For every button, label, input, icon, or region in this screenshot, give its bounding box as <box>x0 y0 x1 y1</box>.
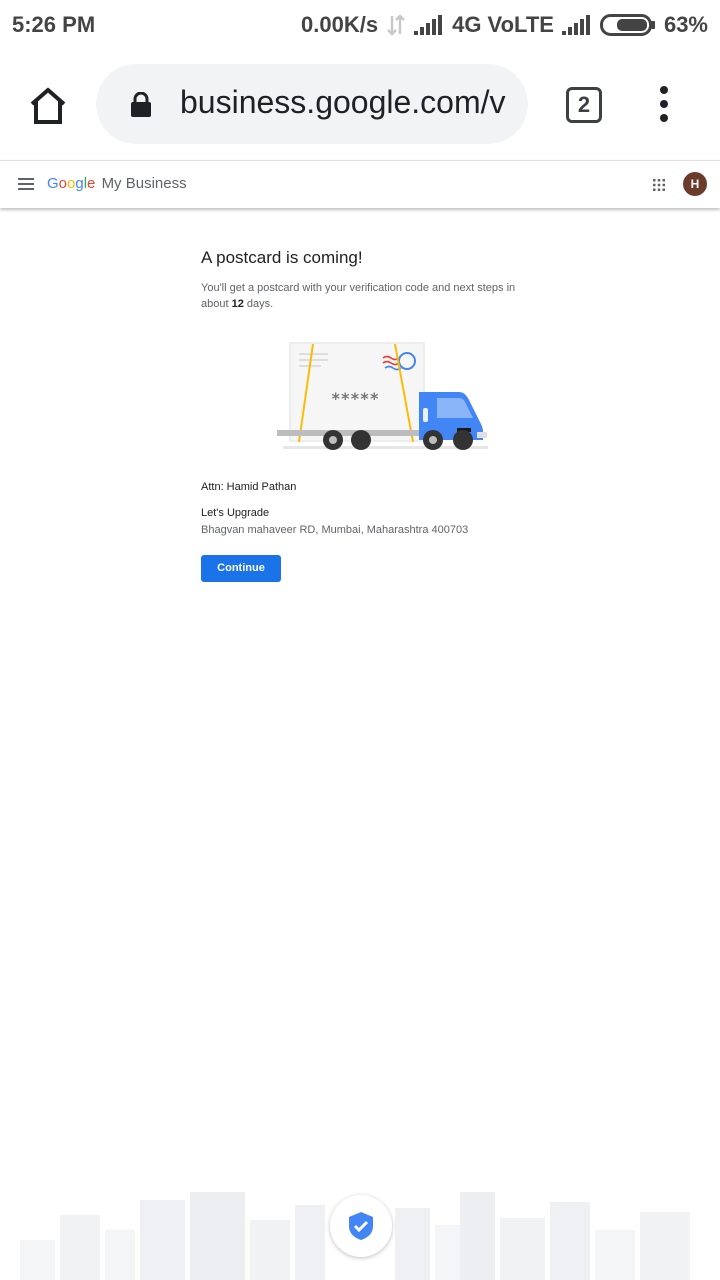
trailer-bar <box>277 430 423 436</box>
google-wordmark: Google <box>47 175 95 192</box>
days-count: 12 <box>231 298 244 310</box>
wheel <box>453 430 473 450</box>
tab-switcher-button[interactable]: 2 <box>566 87 602 123</box>
net-speed: 0.00K/s <box>301 12 379 37</box>
home-button[interactable] <box>24 82 72 130</box>
account-avatar[interactable]: H <box>683 172 707 196</box>
verified-shield-icon <box>349 1212 373 1240</box>
postcard-code: ***** <box>331 389 379 408</box>
wheel <box>351 430 371 450</box>
business-address: Bhagvan mahaveer RD, Mumbai, Maharashtra… <box>201 524 469 536</box>
brand-logo[interactable]: Google My Business <box>47 175 187 192</box>
continue-button[interactable]: Continue <box>201 555 281 582</box>
apps-grid-icon[interactable] <box>653 178 665 191</box>
signal-icon <box>414 15 443 35</box>
home-icon <box>30 87 66 124</box>
status-time: 5:26 PM <box>12 12 96 37</box>
brand-letter-o1: o <box>58 175 68 192</box>
menu-icon[interactable] <box>18 178 34 190</box>
security-shield-badge <box>330 1195 392 1257</box>
signal-icon-2 <box>561 15 590 35</box>
brand-letter-g: G <box>47 175 59 192</box>
business-name: Let's Upgrade <box>201 507 270 519</box>
postcard-truck-illustration: ***** <box>277 342 488 450</box>
lock-icon <box>131 92 151 117</box>
browser-toolbar: business.google.com/v 2 <box>0 50 720 160</box>
url-text[interactable]: business.google.com/v <box>180 84 508 121</box>
status-right: 0.00K/s 4G VoLTE 63% <box>301 12 708 38</box>
attn-line: Attn: Hamid Pathan <box>201 481 297 493</box>
desc-suffix: days. <box>246 298 274 310</box>
product-name: My Business <box>101 175 187 192</box>
description-text: You'll get a postcard with your verifica… <box>201 280 521 312</box>
battery-level: 63% <box>663 12 708 37</box>
page-title: A postcard is coming! <box>201 248 363 267</box>
data-arrows-icon <box>387 14 405 36</box>
more-vert-icon[interactable] <box>652 84 676 124</box>
brand-letter-e: e <box>87 175 96 192</box>
status-bar: 5:26 PM 0.00K/s 4G VoLTE 63% <box>0 0 720 50</box>
app-header: Google My Business H <box>0 160 720 208</box>
brand-letter-g2: g <box>75 175 84 192</box>
network-type: 4G VoLTE <box>452 12 554 37</box>
address-bar[interactable]: business.google.com/v <box>96 64 528 144</box>
battery-icon <box>599 14 655 36</box>
